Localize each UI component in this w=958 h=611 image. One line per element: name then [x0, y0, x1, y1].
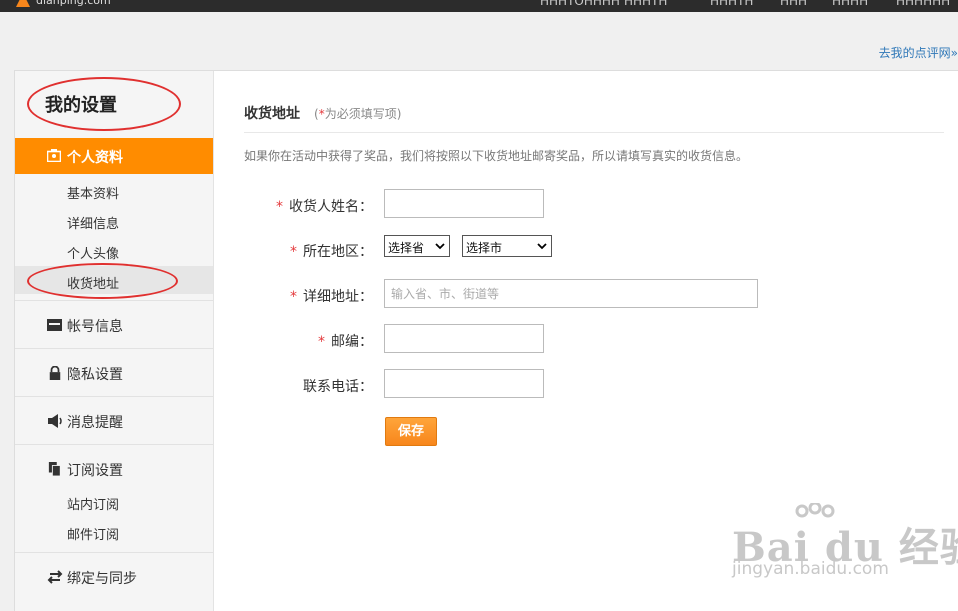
- detail-address-label: * 详细地址：: [290, 289, 373, 305]
- topnav-item[interactable]: HHHTOHHHH: [540, 0, 620, 8]
- watermark-url: jingyan.baidu.com: [732, 559, 889, 579]
- recipient-name-label: * 收货人姓名：: [276, 199, 373, 215]
- lock-icon: [49, 366, 61, 380]
- recipient-name-input[interactable]: [384, 189, 544, 218]
- sidebar-item-shipping-address[interactable]: 收货地址: [67, 273, 119, 292]
- phone-label: 联系电话：: [303, 379, 373, 395]
- sidebar-item-basic-info[interactable]: 基本资料: [67, 183, 119, 202]
- intro-text: 如果你在活动中获得了奖品，我们将按照以下收货地址邮寄奖品，所以请填写真实的收货信…: [244, 149, 749, 163]
- topnav-item[interactable]: HHHHHH: [896, 0, 950, 8]
- phone-input[interactable]: [384, 369, 544, 398]
- topnav-item[interactable]: HHH: [780, 0, 807, 8]
- sidebar-section-label: 个人资料: [67, 150, 123, 166]
- required-note: (*为必须填写项): [314, 107, 402, 121]
- sidebar-section-label: 消息提醒: [67, 415, 123, 431]
- detail-address-input[interactable]: [384, 279, 758, 308]
- sidebar-item-email-subscription[interactable]: 邮件订阅: [67, 524, 119, 543]
- id-card-icon: [47, 319, 62, 331]
- divider: [244, 132, 944, 133]
- sidebar-item-detail-info[interactable]: 详细信息: [67, 213, 119, 232]
- topnav-item[interactable]: HHHTH: [710, 0, 753, 8]
- sidebar-section-privacy[interactable]: 隐私设置: [15, 348, 213, 396]
- speaker-icon: [48, 414, 62, 428]
- sidebar-section-subscription[interactable]: 订阅设置 站内订阅 邮件订阅: [15, 444, 213, 552]
- zip-code-label: * 邮编：: [318, 334, 373, 350]
- sidebar-section-label: 隐私设置: [67, 367, 123, 383]
- sidebar-item-site-subscription[interactable]: 站内订阅: [67, 494, 119, 513]
- documents-icon: [48, 462, 61, 476]
- logo-text[interactable]: dianping.com: [36, 0, 111, 8]
- page-title: 收货地址: [244, 106, 300, 122]
- sidebar-title: 我的设置: [45, 95, 117, 116]
- sidebar-section-notifications[interactable]: 消息提醒: [15, 396, 213, 444]
- topnav-item[interactable]: HHHTH: [624, 0, 667, 8]
- profile-card-icon: [47, 149, 61, 162]
- sidebar-section-label: 帐号信息: [67, 319, 123, 335]
- top-bar: dianping.com HHHTOHHHH HHHTH HHHTH HHH H…: [0, 0, 958, 12]
- sidebar-section-binding-sync[interactable]: 绑定与同步: [15, 552, 213, 600]
- zip-code-input[interactable]: [384, 324, 544, 353]
- province-select[interactable]: 选择省: [384, 235, 450, 257]
- region-label: * 所在地区：: [290, 244, 373, 260]
- city-select[interactable]: 选择市: [462, 235, 552, 257]
- chevron-down-icon: [435, 243, 445, 250]
- sidebar-section-label: 订阅设置: [67, 463, 123, 479]
- sync-arrows-icon: [47, 570, 63, 584]
- sidebar: 我的设置 个人资料 基本资料 详细信息 个人头像 收货地址 帐号信息 隐私设置 …: [15, 71, 214, 611]
- sidebar-item-avatar[interactable]: 个人头像: [67, 243, 119, 262]
- dianping-logo-icon[interactable]: [14, 0, 32, 7]
- go-to-my-dianping-link[interactable]: 去我的点评网»: [879, 44, 958, 61]
- topnav-item[interactable]: HHHH: [832, 0, 868, 8]
- chevron-down-icon: [537, 243, 547, 250]
- sidebar-section-personal-profile[interactable]: 个人资料: [15, 138, 213, 174]
- sidebar-section-account-info[interactable]: 帐号信息: [15, 300, 213, 348]
- save-button[interactable]: 保存: [385, 417, 437, 446]
- sidebar-section-label: 绑定与同步: [67, 571, 137, 587]
